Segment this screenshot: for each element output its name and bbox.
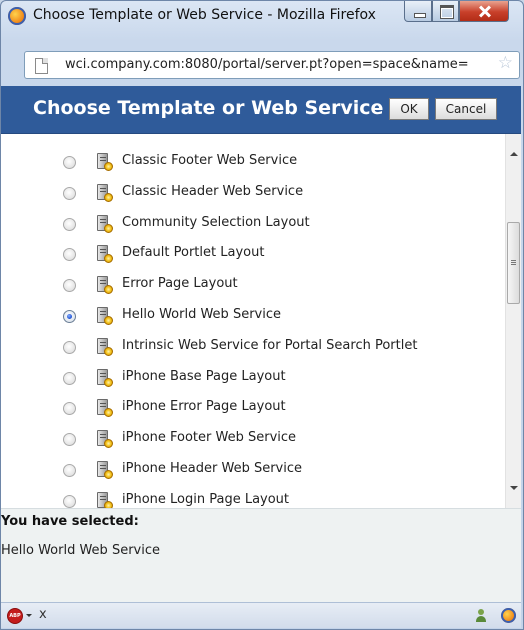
close-window-button[interactable] <box>459 1 509 22</box>
dialog-title: Choose Template or Web Service <box>33 97 384 119</box>
radio-button[interactable] <box>63 248 76 262</box>
radio-button[interactable] <box>63 279 76 293</box>
item-label[interactable]: iPhone Base Page Layout <box>122 369 286 384</box>
radio-button[interactable] <box>63 402 76 416</box>
server-gear-icon <box>94 398 114 418</box>
selected-value: Hello World Web Service <box>1 543 160 558</box>
server-gear-icon <box>94 460 114 480</box>
list-item[interactable]: Classic Header Web Service <box>1 183 501 207</box>
radio-button[interactable] <box>63 433 76 447</box>
radio-button[interactable] <box>63 186 76 200</box>
selected-heading: You have selected: <box>1 514 139 529</box>
list-item[interactable]: iPhone Header Web Service <box>1 460 501 484</box>
dialog-header: Choose Template or Web Service OK Cancel <box>1 86 521 134</box>
item-label[interactable]: Classic Header Web Service <box>122 184 303 199</box>
page-icon <box>35 58 48 74</box>
list-item[interactable]: iPhone Footer Web Service <box>1 429 501 453</box>
list-item[interactable]: iPhone Login Page Layout <box>1 491 501 508</box>
item-label[interactable]: Error Page Layout <box>122 276 238 291</box>
selection-panel: You have selected: Hello World Web Servi… <box>1 508 521 602</box>
scroll-down-arrow-icon[interactable] <box>510 486 518 490</box>
list-item[interactable]: iPhone Base Page Layout <box>1 368 501 392</box>
list-item[interactable]: Classic Footer Web Service <box>1 152 501 176</box>
radio-button[interactable] <box>63 217 76 231</box>
title-bar: Choose Template or Web Service - Mozilla… <box>1 1 523 45</box>
ok-button[interactable]: OK <box>389 98 429 120</box>
firefox-status-icon[interactable] <box>501 608 516 623</box>
radio-button[interactable] <box>63 371 76 385</box>
list-item[interactable]: Error Page Layout <box>1 275 501 299</box>
firefox-icon <box>8 7 26 25</box>
scroll-up-arrow-icon[interactable] <box>510 152 518 156</box>
maximize-button[interactable] <box>432 1 459 22</box>
list-scrollbar[interactable] <box>505 134 521 508</box>
server-gear-icon <box>94 214 114 234</box>
item-label[interactable]: Hello World Web Service <box>122 307 281 322</box>
cancel-button[interactable]: Cancel <box>435 98 497 120</box>
server-gear-icon <box>94 337 114 357</box>
list-item[interactable]: Default Portlet Layout <box>1 244 501 268</box>
choose-template-dialog: Choose Template or Web Service OK Cancel… <box>1 86 521 626</box>
item-label[interactable]: Community Selection Layout <box>122 215 310 230</box>
minimize-button[interactable] <box>404 1 432 22</box>
radio-button[interactable] <box>63 494 76 508</box>
item-label[interactable]: iPhone Header Web Service <box>122 461 302 476</box>
server-gear-icon <box>94 275 114 295</box>
item-label[interactable]: Classic Footer Web Service <box>122 153 297 168</box>
list-item[interactable]: iPhone Error Page Layout <box>1 398 501 422</box>
adblock-plus-icon[interactable]: ABP <box>7 608 23 624</box>
close-status-button[interactable]: x <box>39 607 47 622</box>
server-gear-icon <box>94 183 114 203</box>
url-text[interactable]: wci.company.com:8080/portal/server.pt?op… <box>65 57 485 72</box>
item-label[interactable]: Default Portlet Layout <box>122 245 264 260</box>
scroll-thumb[interactable] <box>507 222 520 304</box>
server-gear-icon <box>94 368 114 388</box>
server-gear-icon <box>94 152 114 172</box>
star-icon[interactable]: ☆ <box>498 55 513 72</box>
people-icon[interactable] <box>476 608 492 624</box>
radio-button[interactable] <box>63 340 76 354</box>
server-gear-icon <box>94 429 114 449</box>
item-label[interactable]: iPhone Footer Web Service <box>122 430 296 445</box>
chevron-down-icon[interactable] <box>26 614 32 617</box>
radio-button[interactable] <box>63 310 76 323</box>
window-title: Choose Template or Web Service - Mozilla… <box>33 7 376 23</box>
template-list: Classic Footer Web Service Classic Header… <box>1 134 521 508</box>
item-label[interactable]: Intrinsic Web Service for Portal Search … <box>122 338 417 353</box>
item-label[interactable]: iPhone Error Page Layout <box>122 399 286 414</box>
server-gear-icon <box>94 491 114 508</box>
server-gear-icon <box>94 306 114 326</box>
radio-button[interactable] <box>63 464 76 477</box>
radio-button[interactable] <box>63 156 76 169</box>
server-gear-icon <box>94 244 114 264</box>
address-bar[interactable]: wci.company.com:8080/portal/server.pt?op… <box>24 51 520 79</box>
list-item[interactable]: Community Selection Layout <box>1 214 501 238</box>
item-label[interactable]: iPhone Login Page Layout <box>122 492 289 507</box>
status-bar: ABP x <box>1 602 521 628</box>
list-item[interactable]: Intrinsic Web Service for Portal Search … <box>1 337 501 361</box>
list-item[interactable]: Hello World Web Service <box>1 306 501 330</box>
